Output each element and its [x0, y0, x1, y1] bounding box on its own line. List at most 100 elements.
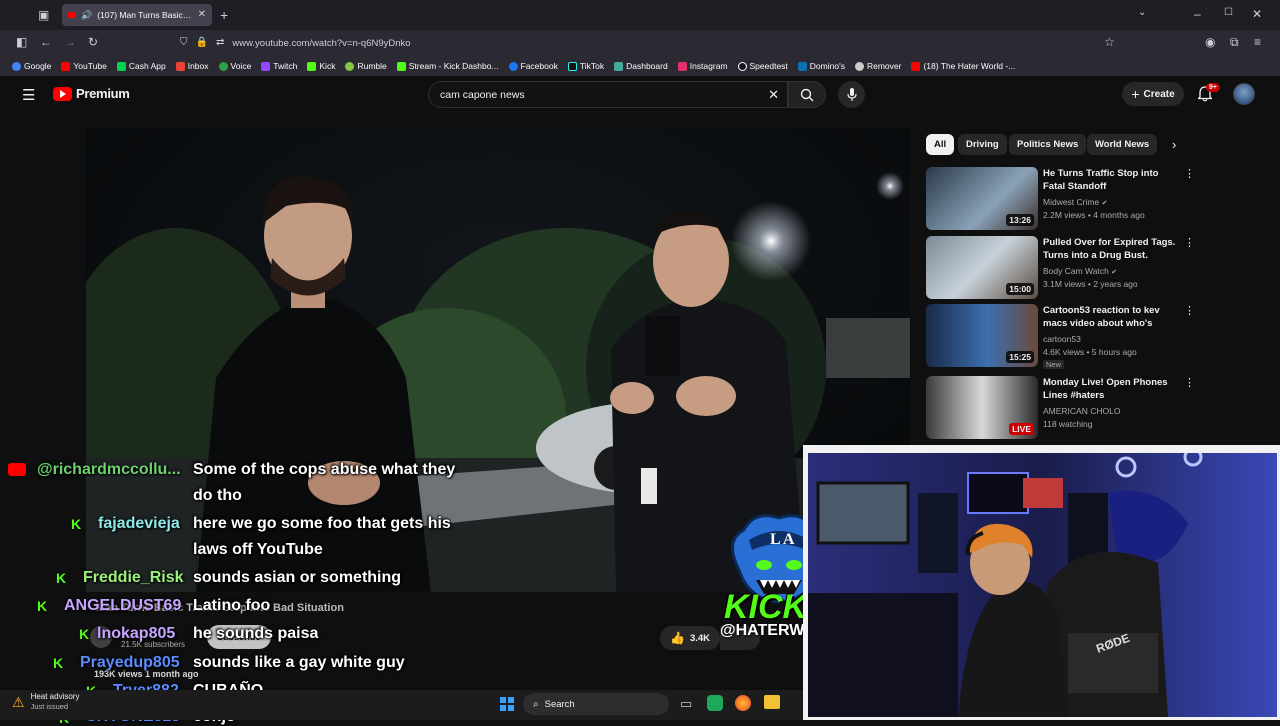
bookmark-facebook[interactable]: Facebook: [508, 61, 558, 71]
rec-title[interactable]: Cartoon53 reaction to kev macs video abo…: [1043, 304, 1179, 330]
chat-username: @richardmccollu...: [37, 461, 181, 478]
rec-meta: 3.1M views • 2 years ago: [1043, 279, 1138, 289]
bookmark-rumble[interactable]: Rumble: [345, 61, 387, 71]
bookmark-dominos[interactable]: Domino's: [797, 61, 845, 71]
recommendation-item[interactable]: LIVE Monday Live! Open Phones Lines #hat…: [926, 376, 1196, 442]
chip-driving[interactable]: Driving: [958, 134, 1007, 155]
search-icon: [800, 88, 814, 101]
bookmarks-bar: Google YouTube Cash App Inbox Voice Twit…: [0, 56, 1280, 76]
voice-icon: [218, 61, 228, 71]
reload-icon[interactable]: ↻: [88, 36, 98, 48]
recommendation-item[interactable]: 15:00 Pulled Over for Expired Tags. Turn…: [926, 236, 1196, 302]
menu-icon[interactable]: ≡: [1254, 36, 1261, 48]
webcam-overlay: RØDE: [803, 445, 1280, 720]
account-icon[interactable]: ◉: [1205, 36, 1215, 48]
more-options-icon[interactable]: ⋮: [1184, 376, 1195, 389]
recommendation-item[interactable]: 13:26 He Turns Traffic Stop into Fatal S…: [926, 167, 1196, 233]
duration-badge: 13:26: [1006, 214, 1034, 226]
bookmark-cashapp[interactable]: Cash App: [116, 61, 166, 71]
lock-icon[interactable]: 🔒: [196, 38, 208, 48]
rec-channel[interactable]: Midwest Crime ✔: [1043, 197, 1107, 207]
chip-world-news[interactable]: World News: [1087, 134, 1158, 155]
permissions-icon[interactable]: ⇄: [216, 38, 224, 48]
duration-badge: 15:00: [1006, 283, 1034, 295]
notifications-button[interactable]: 9+: [1196, 83, 1220, 107]
windows-start-icon[interactable]: [500, 697, 514, 711]
rec-title[interactable]: Pulled Over for Expired Tags. Turns into…: [1043, 236, 1179, 262]
forward-icon[interactable]: →: [64, 36, 76, 48]
search-button[interactable]: [788, 81, 826, 108]
shield-icon[interactable]: ⛉: [180, 38, 188, 48]
bookmark-kick-dashboard[interactable]: Stream - Kick Dashbo...: [396, 61, 499, 71]
recommendation-item[interactable]: 15:25 Cartoon53 reaction to kev macs vid…: [926, 304, 1196, 370]
chat-message: Latino foo: [193, 597, 271, 614]
verified-icon: ✔: [1101, 200, 1108, 207]
extensions-icon[interactable]: ⧉: [1230, 36, 1239, 48]
firefox-icon[interactable]: [735, 695, 751, 711]
file-explorer-icon[interactable]: [764, 695, 780, 709]
browser-tab[interactable]: 🔊 (107) Man Turns Basic Traffic Stop int…: [62, 4, 212, 26]
chip-all[interactable]: All: [926, 134, 955, 155]
app-icon[interactable]: [707, 695, 723, 711]
video-thumbnail[interactable]: LIVE: [926, 376, 1038, 439]
create-button[interactable]: + Create: [1122, 82, 1184, 106]
close-tab-icon[interactable]: ✕: [198, 10, 206, 20]
video-thumbnail[interactable]: 15:00: [926, 236, 1038, 299]
bookmark-kick[interactable]: Kick: [307, 61, 335, 71]
task-view-icon[interactable]: ▭: [680, 696, 692, 712]
more-options-icon[interactable]: ⋮: [1184, 236, 1195, 249]
like-button[interactable]: 👍 3.4K: [660, 626, 720, 650]
bookmark-voice[interactable]: Voice: [218, 61, 251, 71]
chip-politics-news[interactable]: Politics News: [1009, 134, 1087, 155]
bookmark-youtube[interactable]: YouTube: [61, 61, 107, 71]
weather-widget[interactable]: ⚠ Heat advisory Just issued: [12, 692, 79, 712]
weather-sub: Just issued: [30, 702, 69, 711]
twitch-icon: [261, 61, 271, 71]
more-options-icon[interactable]: ⋮: [1184, 167, 1195, 180]
rec-title[interactable]: Monday Live! Open Phones Lines #haters: [1043, 376, 1179, 402]
back-icon[interactable]: ←: [40, 36, 52, 48]
rec-meta: 118 watching: [1043, 419, 1093, 429]
bookmark-hater-world[interactable]: (18) The Hater World -...: [911, 61, 1015, 71]
rec-meta: 4.6K views • 5 hours ago: [1043, 347, 1137, 357]
rec-channel[interactable]: AMERICAN CHOLO: [1043, 406, 1120, 416]
youtube-icon: [911, 61, 921, 71]
clear-search-icon[interactable]: ✕: [768, 87, 779, 103]
minimize-icon[interactable]: –: [1194, 8, 1201, 20]
sidebar-icon[interactable]: ◧: [16, 36, 27, 48]
bookmark-google[interactable]: Google: [12, 61, 51, 71]
rec-title[interactable]: He Turns Traffic Stop into Fatal Standof…: [1043, 167, 1179, 193]
bookmark-dashboard[interactable]: Dashboard: [614, 61, 668, 71]
rec-channel[interactable]: Body Cam Watch ✔: [1043, 266, 1117, 276]
youtube-logo[interactable]: Premium: [53, 86, 130, 101]
bookmark-tiktok[interactable]: TikTok: [567, 61, 604, 71]
chevron-right-icon[interactable]: ›: [1172, 137, 1176, 152]
avatar[interactable]: [1233, 83, 1255, 105]
search-input[interactable]: cam capone news ✕: [428, 81, 788, 108]
taskbar-search[interactable]: ⌕ Search: [523, 693, 669, 715]
youtube-play-icon: [53, 86, 72, 101]
thumbs-up-icon: 👍: [669, 631, 685, 645]
maximize-icon[interactable]: ☐: [1224, 8, 1233, 18]
bookmark-speedtest[interactable]: Speedtest: [737, 61, 788, 71]
bookmark-twitch[interactable]: Twitch: [261, 61, 297, 71]
more-options-icon[interactable]: ⋮: [1184, 304, 1195, 317]
speaker-icon[interactable]: 🔊: [81, 10, 92, 20]
bookmark-remover[interactable]: Remover: [854, 61, 901, 71]
tab-list-icon[interactable]: ▣: [38, 9, 49, 21]
chevron-down-icon[interactable]: ⌄: [1138, 8, 1146, 18]
url-bar[interactable]: ⛉ 🔒 ⇄ www.youtube.com/watch?v=n-q6N9yDnk…: [180, 33, 1130, 53]
bookmark-inbox[interactable]: Inbox: [175, 61, 209, 71]
live-badge: LIVE: [1009, 423, 1034, 435]
video-thumbnail[interactable]: 13:26: [926, 167, 1038, 230]
close-window-icon[interactable]: ✕: [1252, 8, 1262, 20]
chat-username: fajadevieja: [98, 515, 180, 532]
bookmark-instagram[interactable]: Instagram: [677, 61, 728, 71]
rec-channel[interactable]: cartoon53: [1043, 334, 1081, 344]
voice-search-button[interactable]: [838, 81, 865, 108]
video-thumbnail[interactable]: 15:25: [926, 304, 1038, 367]
notification-badge: 9+: [1206, 83, 1220, 92]
like-count: 3.4K: [689, 632, 711, 644]
hamburger-menu-icon[interactable]: ☰: [22, 86, 35, 104]
new-tab-icon[interactable]: +: [220, 8, 228, 22]
